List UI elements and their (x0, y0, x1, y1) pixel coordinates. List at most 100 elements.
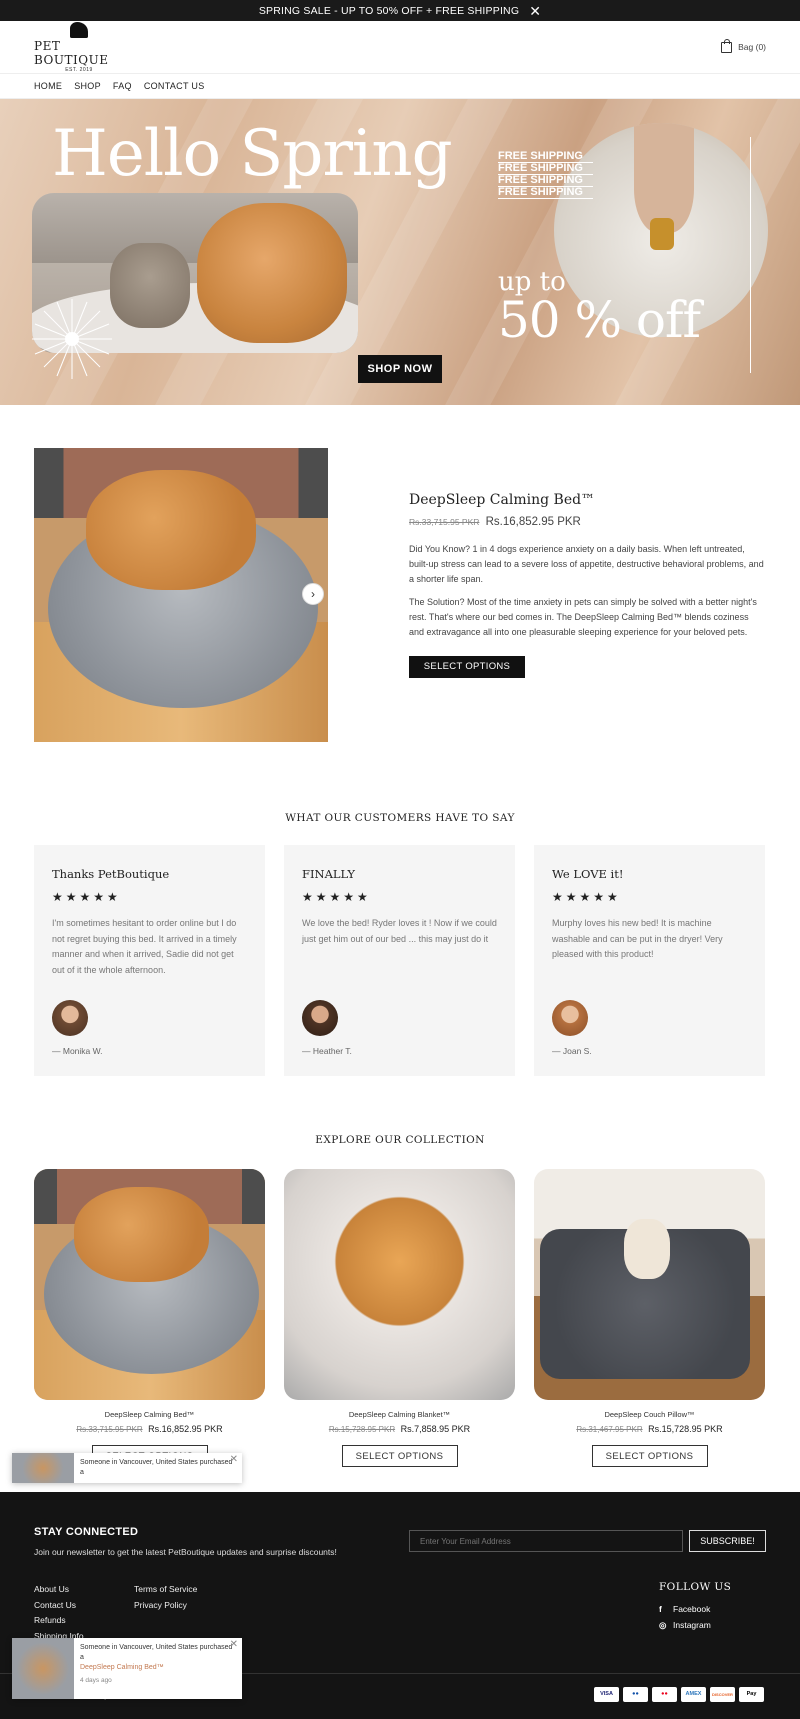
avatar (552, 1000, 588, 1036)
instagram-label: Instagram (673, 1620, 711, 1630)
follow-us-heading: FOLLOW US (659, 1581, 732, 1593)
star-rating-icon: ★★★★★ (302, 890, 371, 904)
nav-shop[interactable]: SHOP (74, 81, 101, 91)
review-card: Thanks PetBoutique ★★★★★ I'm sometimes h… (34, 845, 265, 1076)
amex-icon: AMEX (681, 1687, 706, 1702)
shopping-bag-icon (721, 38, 733, 53)
nav-home[interactable]: HOME (34, 81, 62, 91)
facebook-link[interactable]: f Facebook (659, 1601, 711, 1617)
shop-now-button[interactable]: SHOP NOW (358, 355, 442, 383)
purchase-notification[interactable]: Someone in Vancouver, United States purc… (12, 1453, 242, 1483)
footer-links: Terms of Service Privacy Policy (134, 1582, 197, 1613)
announcement-bar: SPRING SALE - UP TO 50% OFF + FREE SHIPP… (0, 0, 800, 21)
logo-text: PET BOUTIQUE (34, 38, 109, 67)
nav-contact[interactable]: CONTACT US (144, 81, 205, 91)
avatar (302, 1000, 338, 1036)
product-image[interactable] (284, 1169, 515, 1400)
email-field[interactable] (409, 1530, 683, 1552)
announcement-text: SPRING SALE - UP TO 50% OFF + FREE SHIPP… (258, 4, 520, 17)
old-price: Rs.33,715.95 PKR (409, 517, 480, 527)
footer-link-contact[interactable]: Contact Us (34, 1598, 84, 1614)
review-title: Thanks PetBoutique (52, 867, 170, 881)
review-title: We LOVE it! (552, 867, 624, 881)
product-thumbnail (12, 1638, 74, 1699)
product-image[interactable] (534, 1169, 765, 1400)
nav-faq[interactable]: FAQ (113, 81, 132, 91)
footer-links: About Us Contact Us Refunds Shipping Inf… (34, 1582, 84, 1644)
review-text: We love the bed! Ryder loves it ! Now if… (302, 918, 497, 944)
purchase-notification[interactable]: Someone in Vancouver, United States purc… (12, 1638, 242, 1699)
old-price: Rs.31,467.95 PKR (576, 1425, 643, 1434)
footer-link-about[interactable]: About Us (34, 1582, 84, 1598)
review-card: We LOVE it! ★★★★★ Murphy loves his new b… (534, 845, 765, 1076)
notification-time: 4 days ago (80, 1677, 112, 1684)
facebook-label: Facebook (673, 1604, 711, 1614)
product-image[interactable] (34, 1169, 265, 1400)
footer-link-privacy[interactable]: Privacy Policy (134, 1598, 197, 1614)
social-links: f Facebook ◎ Instagram (659, 1601, 711, 1633)
review-author: — Joan S. (552, 1046, 592, 1056)
product-price: Rs.31,467.95 PKR Rs.15,728.95 PKR (534, 1424, 765, 1434)
product-info: DeepSleep Calming Bed™ Rs.33,715.95 PKR … (409, 492, 764, 678)
review-author: — Monika W. (52, 1046, 103, 1056)
star-rating-icon: ★★★★★ (52, 890, 121, 904)
select-options-button[interactable]: SELECT OPTIONS (591, 1445, 708, 1467)
old-price: Rs.15,728.95 PKR (328, 1425, 396, 1434)
free-shipping-stack: FREE SHIPPING FREE SHIPPING FREE SHIPPIN… (498, 151, 593, 199)
product-price: Rs.33,715.95 PKR Rs.16,852.95 PKR (409, 516, 764, 528)
sale-price: Rs.15,728.95 PKR (648, 1424, 723, 1434)
product-thumbnail (12, 1453, 74, 1483)
select-options-button[interactable]: SELECT OPTIONS (341, 1445, 458, 1467)
old-price: Rs.33,715.95 PKR (76, 1425, 143, 1434)
notification-text: Someone in Vancouver, United States purc… (80, 1644, 233, 1661)
hero-banner: Hello Spring FREE SHIPPING FREE SHIPPING… (0, 99, 800, 405)
sale-price: Rs.16,852.95 PKR (485, 516, 581, 528)
apple-pay-icon: Pay (739, 1687, 764, 1702)
footer-link-refunds[interactable]: Refunds (34, 1613, 84, 1629)
discover-icon: DISCOVER (710, 1687, 735, 1702)
visa-icon: VISA (594, 1687, 619, 1702)
subscribe-button[interactable]: SUBSCRIBE! (689, 1530, 766, 1552)
collection-item: DeepSleep Couch Pillow™ Rs.31,467.95 PKR… (534, 1169, 765, 1467)
dog-logo-icon (70, 21, 88, 38)
footer-link-terms[interactable]: Terms of Service (134, 1582, 197, 1598)
review-text: Murphy loves his new bed! It is machine … (552, 918, 723, 959)
hero-title: Hello Spring (52, 117, 453, 191)
close-icon[interactable]: ✕ (529, 4, 541, 18)
stay-connected-heading: STAY CONNECTED (34, 1526, 139, 1538)
collection-heading: EXPLORE OUR COLLECTION (315, 1134, 485, 1146)
logo[interactable]: PET BOUTIQUE EST. 2019 (34, 21, 124, 73)
review-text: I'm sometimes hesitant to order online b… (52, 918, 237, 975)
close-icon[interactable]: ✕ (230, 1454, 238, 1465)
maestro-icon: ●● (623, 1687, 648, 1702)
free-shipping-line: FREE SHIPPING (498, 187, 593, 199)
product-name[interactable]: DeepSleep Calming Blanket™ (284, 1410, 515, 1419)
mastercard-icon: ●● (652, 1687, 677, 1702)
review-card: FINALLY ★★★★★ We love the bed! Ryder lov… (284, 845, 515, 1076)
main-nav: HOME SHOP FAQ CONTACT US (0, 74, 800, 99)
notification-product-link[interactable]: DeepSleep Calming Bed™ (80, 1663, 236, 1673)
next-arrow-icon[interactable]: › (302, 583, 324, 605)
product-name[interactable]: DeepSleep Calming Bed™ (34, 1410, 265, 1419)
review-author: — Heather T. (302, 1046, 352, 1056)
divider (750, 137, 751, 373)
product-title: DeepSleep Calming Bed™ (409, 492, 596, 508)
sale-price: Rs.16,852.95 PKR (148, 1424, 223, 1434)
product-image[interactable] (34, 448, 328, 742)
site-header: PET BOUTIQUE EST. 2019 Bag (0) (0, 21, 800, 74)
select-options-button[interactable]: SELECT OPTIONS (409, 656, 525, 678)
star-rating-icon: ★★★★★ (552, 890, 621, 904)
sale-price: Rs.7,858.95 PKR (400, 1424, 471, 1434)
close-icon[interactable]: ✕ (230, 1639, 238, 1650)
hero-discount: 50 % off (498, 291, 701, 349)
product-price: Rs.15,728.95 PKR Rs.7,858.95 PKR (284, 1424, 515, 1434)
instagram-icon: ◎ (659, 1620, 667, 1630)
avatar (52, 1000, 88, 1036)
facebook-icon: f (659, 1604, 662, 1614)
collection-item: DeepSleep Calming Bed™ Rs.33,715.95 PKR … (34, 1169, 265, 1467)
reviews-heading: WHAT OUR CUSTOMERS HAVE TO SAY (285, 812, 515, 824)
instagram-link[interactable]: ◎ Instagram (659, 1617, 711, 1633)
review-title: FINALLY (302, 867, 356, 881)
bag-link[interactable]: Bag (0) (721, 38, 766, 53)
product-name[interactable]: DeepSleep Couch Pillow™ (534, 1410, 765, 1419)
